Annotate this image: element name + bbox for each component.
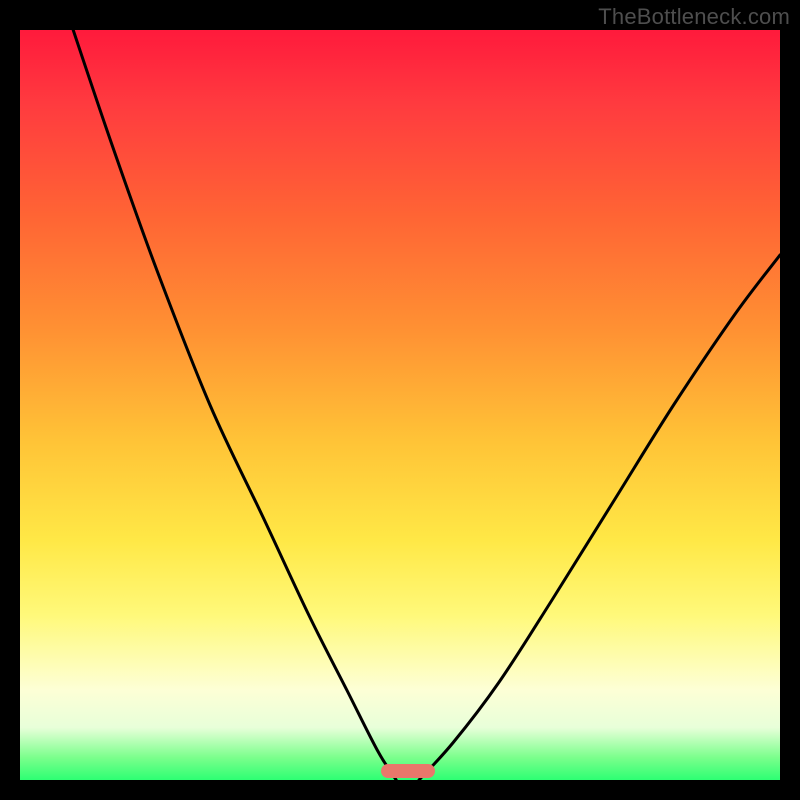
curve-path [73,30,780,780]
chart-frame: TheBottleneck.com [0,0,800,800]
bottleneck-curve [20,30,780,780]
plot-area [20,30,780,780]
watermark-text: TheBottleneck.com [598,4,790,30]
optimal-marker [381,764,435,778]
